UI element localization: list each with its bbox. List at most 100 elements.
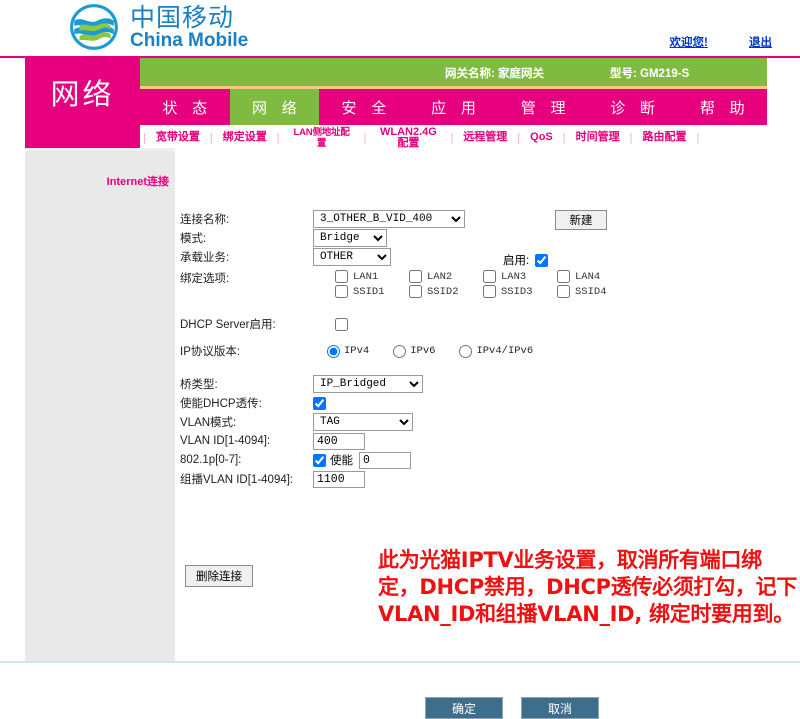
form-action-buttons: 确定 取消	[425, 697, 599, 719]
ip-version-option-1[interactable]: IPv6	[393, 344, 436, 358]
ip-version-radio-group: IPv4 IPv6 IPv4/IPv6	[327, 344, 557, 358]
nav-tab-1[interactable]: 网 络	[229, 89, 320, 125]
binding-checkbox-lan3[interactable]	[483, 270, 496, 283]
vlan-mode-select[interactable]: TAGUNTAGTransparent	[313, 413, 413, 431]
binding-option-ssid3[interactable]: SSID3	[483, 285, 557, 298]
subnav-item-7[interactable]: 路由配置	[636, 132, 694, 143]
binding-checkbox-ssid1[interactable]	[335, 285, 348, 298]
binding-label: LAN2	[427, 270, 453, 283]
bridge-type-label: 桥类型:	[180, 379, 218, 391]
row-binding-options: 绑定选项: LAN1 LAN2 LAN3 LAN4 SSID1 SSID2 SSID3 SSI…	[180, 270, 800, 300]
cancel-button[interactable]: 取消	[521, 697, 599, 719]
binding-checkbox-ssid4[interactable]	[557, 285, 570, 298]
binding-option-lan4[interactable]: LAN4	[557, 270, 631, 283]
mode-label: 模式:	[180, 233, 207, 245]
brand-logo-text: 中国移动 China Mobile	[130, 5, 248, 50]
ip-version-radio-1[interactable]	[393, 344, 407, 358]
ip-version-radio-0[interactable]	[327, 344, 340, 358]
subnav-item-1[interactable]: 绑定设置	[216, 132, 274, 143]
binding-label: SSID3	[501, 285, 533, 298]
binding-checkbox-lan2[interactable]	[409, 270, 422, 283]
connection-name-label: 连接名称:	[180, 214, 230, 226]
row-dhcp-server: DHCP Server启用:	[180, 315, 800, 333]
welcome-link[interactable]: 欢迎您!	[669, 37, 707, 49]
subnav-separator: |	[450, 131, 454, 144]
row-dhcp-relay: 使能DHCP透传:	[180, 394, 800, 412]
ip-version-label-0: IPv4	[344, 345, 370, 357]
gateway-model: 型号: GM219-S	[610, 68, 690, 80]
subnav-separator: |	[629, 131, 633, 144]
sidebar-item-internet-connection[interactable]: Internet连接	[25, 173, 175, 189]
subnav-item-6[interactable]: 时间管理	[569, 132, 627, 143]
nav-tab-4[interactable]: 管 理	[498, 89, 588, 125]
enable-group: 启用:	[503, 252, 552, 268]
row-dot1p: 802.1p[0-7]: 使能	[180, 451, 800, 469]
subnav-item-2[interactable]: LAN侧地址配置	[283, 127, 361, 149]
row-connection-name: 连接名称: 3_OTHER_B_VID_400 新建	[180, 210, 800, 230]
binding-option-ssid2[interactable]: SSID2	[409, 285, 483, 298]
binding-option-ssid1[interactable]: SSID1	[335, 285, 409, 298]
ip-version-label: IP协议版本:	[180, 346, 241, 358]
subnav-item-3[interactable]: WLAN2.4G配置	[369, 126, 447, 149]
multicast-vlan-id-input[interactable]	[313, 470, 365, 488]
page-section-title: 网络	[25, 58, 140, 125]
annotation-note: 此为光猫IPTV业务设置，取消所有端口绑定，DHCP禁用，DHCP透传必须打勾，…	[378, 548, 798, 626]
dhcp-server-checkbox[interactable]	[335, 317, 348, 331]
binding-checkbox-ssid3[interactable]	[483, 285, 496, 298]
gateway-name: 网关名称: 家庭网关	[445, 68, 545, 80]
logout-link[interactable]: 退出	[749, 37, 772, 49]
logo-bar: 中国移动 China Mobile 欢迎您! 退出	[0, 0, 800, 56]
subnav-separator: |	[363, 131, 367, 144]
subnav-separator: |	[276, 131, 280, 144]
binding-option-lan1[interactable]: LAN1	[335, 270, 409, 283]
ip-version-option-0[interactable]: IPv4	[327, 344, 370, 358]
subnav-separator: |	[517, 131, 521, 144]
binding-label: LAN3	[501, 270, 527, 283]
binding-option-lan3[interactable]: LAN3	[483, 270, 557, 283]
dot1p-enable-checkbox[interactable]	[313, 453, 326, 467]
subnav-item-0[interactable]: 宽带设置	[149, 132, 207, 143]
row-mode: 模式: BridgeRoute 启用:	[180, 229, 800, 267]
page-body: Internet连接 连接名称: 3_OTHER_B_VID_400 新建 模式…	[0, 148, 800, 719]
connection-name-select[interactable]: 3_OTHER_B_VID_400	[313, 210, 465, 228]
nav-tab-2[interactable]: 安 全	[319, 89, 409, 125]
row-bearer-service: 承载业务: OTHERINTERNETTR069VOIP	[180, 248, 800, 266]
subnav-separator: |	[562, 131, 566, 144]
nav-tab-3[interactable]: 应 用	[409, 89, 499, 125]
new-connection-button[interactable]: 新建	[555, 210, 607, 230]
binding-option-ssid4[interactable]: SSID4	[557, 285, 631, 298]
delete-connection-button[interactable]: 删除连接	[185, 565, 253, 587]
subnav-separator: |	[696, 131, 700, 144]
nav-tab-6[interactable]: 帮 助	[677, 89, 767, 125]
subnav-separator: |	[143, 131, 146, 144]
subnav-item-4[interactable]: 远程管理	[456, 132, 514, 143]
row-vlan-id: VLAN ID[1-4094]:	[180, 432, 800, 450]
binding-checkbox-ssid2[interactable]	[409, 285, 422, 298]
vlan-id-input[interactable]	[313, 432, 365, 450]
ip-version-option-2[interactable]: IPv4/IPv6	[459, 344, 533, 358]
binding-checkbox-lan1[interactable]	[335, 270, 348, 283]
dot1p-value-input[interactable]	[359, 451, 411, 469]
binding-option-lan2[interactable]: LAN2	[409, 270, 483, 283]
binding-options-grid: LAN1 LAN2 LAN3 LAN4 SSID1 SSID2 SSID3 SSID4	[335, 270, 631, 300]
bridge-type-select[interactable]: IP_BridgedPPPoE_Bridged	[313, 375, 423, 393]
ip-version-radio-2[interactable]	[459, 344, 473, 358]
subnav-item-5[interactable]: QoS	[523, 132, 560, 143]
enable-checkbox[interactable]	[535, 253, 549, 267]
binding-checkbox-lan4[interactable]	[557, 270, 570, 283]
submit-button[interactable]: 确定	[425, 697, 503, 719]
brand-left-extension	[25, 125, 140, 150]
multicast-vlan-id-label: 组播VLAN ID[1-4094]:	[180, 474, 294, 486]
content-panel: 连接名称: 3_OTHER_B_VID_400 新建 模式: BridgeRou…	[175, 148, 800, 719]
nav-tab-0[interactable]: 状 态	[140, 89, 230, 125]
nav-tab-5[interactable]: 诊 断	[588, 89, 678, 125]
dhcp-relay-label: 使能DHCP透传:	[180, 398, 262, 410]
dhcp-relay-checkbox[interactable]	[313, 396, 326, 410]
bearer-service-select[interactable]: OTHERINTERNETTR069VOIP	[313, 248, 391, 266]
ip-version-label-1: IPv6	[410, 345, 436, 357]
row-ip-version: IP协议版本: IPv4 IPv6 IPv4/IPv6	[180, 342, 800, 360]
binding-label: SSID1	[353, 285, 385, 298]
main-nav-tabs: 状 态网 络安 全应 用管 理诊 断帮 助	[140, 89, 767, 125]
row-multicast-vlan-id: 组播VLAN ID[1-4094]:	[180, 470, 800, 488]
mode-select[interactable]: BridgeRoute	[313, 229, 387, 247]
